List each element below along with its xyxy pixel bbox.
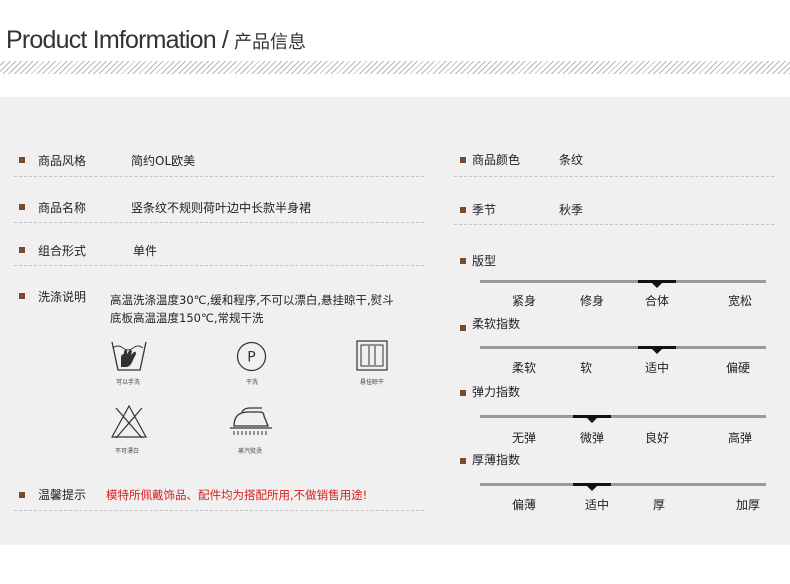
bullet [19,293,25,299]
hang-dry-icon [356,340,388,371]
scale-option: 无弹 [512,431,537,445]
color-value: 条纹 [559,153,584,167]
hatch-divider [0,61,790,74]
bullet [19,157,25,163]
scale-marker [573,483,611,491]
season-label: 季节 [472,203,497,217]
scale-option: 软 [580,361,593,375]
bullet [460,207,466,213]
softness-scale-title: 柔软指数 [472,317,521,331]
no-bleach-icon [110,404,148,439]
scale-option: 厚 [653,498,666,512]
scale-option: 适中 [645,361,670,375]
scale-option: 偏薄 [512,498,537,512]
scale-option: 高弹 [728,431,753,445]
bullet [460,325,466,331]
row-divider [14,510,424,511]
row-divider [14,265,424,266]
scale-option: 加厚 [736,498,761,512]
combo-label: 组合形式 [38,244,87,258]
title-separator: / [221,26,229,54]
scale-marker [573,415,611,423]
softness-scale-bar [480,346,766,354]
hand-wash-icon [111,341,147,371]
name-value: 竖条纹不规则荷叶边中长款半身裙 [131,201,312,215]
scale-option: 偏硬 [726,361,751,375]
scale-option: 宽松 [728,294,753,308]
thickness-scale-bar [480,483,766,491]
scale-option: 柔软 [512,361,537,375]
scale-option: 微弹 [580,431,605,445]
title-cn: 产品信息 [234,32,307,53]
row-divider [14,176,424,177]
notice-label: 温馨提示 [38,488,87,502]
bullet [460,390,466,396]
svg-text:P: P [247,350,255,366]
fit-scale-bar [480,280,766,288]
bullet [460,157,466,163]
color-label: 商品颜色 [472,153,521,167]
bullet [19,492,25,498]
notice-value: 模特所佩戴饰品、配件均为搭配所用,不做销售用途! [106,488,368,502]
title-en: Product Imformation [6,26,217,54]
elasticity-scale-bar [480,415,766,423]
steam-iron-icon [230,407,272,435]
scale-marker [638,346,676,354]
care-caption: 可以手洗 [116,379,141,386]
row-divider [454,224,774,225]
fit-scale-title: 版型 [472,254,497,268]
care-caption: 干洗 [246,379,259,386]
scale-marker [638,280,676,288]
scale-option: 修身 [580,294,605,308]
care-caption: 蒸汽熨烫 [238,448,263,455]
thickness-scale-title: 厚薄指数 [472,453,521,467]
style-label: 商品风格 [38,154,87,168]
style-value: 简约OL欧美 [131,154,196,168]
season-value: 秋季 [559,203,584,217]
elasticity-scale-title: 弹力指数 [472,385,521,399]
care-caption: 悬挂晾干 [360,379,385,386]
name-label: 商品名称 [38,201,87,215]
scale-option: 合体 [645,294,670,308]
row-divider [14,222,424,223]
combo-value: 单件 [133,244,158,258]
scale-option: 紧身 [512,294,537,308]
care-caption: 不可漂白 [115,448,140,455]
scale-option: 适中 [585,498,610,512]
bullet [19,247,25,253]
dry-clean-p-icon: P [236,341,267,372]
bullet [460,458,466,464]
bullet [460,258,466,264]
page-title: Product Imformation / 产品信息 [6,26,306,55]
wash-line-2: 底板高温温度150℃,常规干洗 [110,311,264,325]
wash-label: 洗涤说明 [38,290,87,304]
bullet [19,204,25,210]
wash-line-1: 高温洗涤温度30℃,缓和程序,不可以漂白,悬挂晾干,熨斗 [110,293,394,307]
row-divider [454,176,774,177]
scale-option: 良好 [645,431,670,445]
